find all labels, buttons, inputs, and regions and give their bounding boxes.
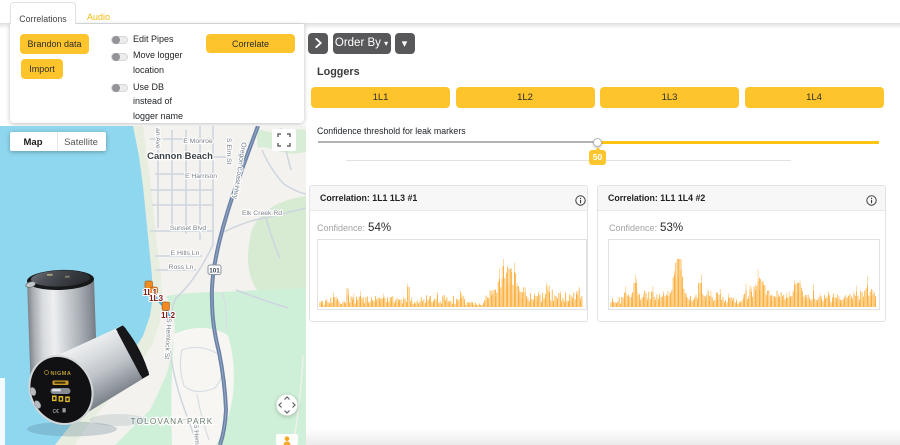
svg-text:E Hills Ln: E Hills Ln <box>171 250 200 257</box>
svg-text:E Monroe: E Monroe <box>183 138 213 145</box>
svg-text:Cannon Beach: Cannon Beach <box>147 150 213 161</box>
svg-text:C€: C€ <box>53 409 60 415</box>
svg-text:101: 101 <box>209 268 220 275</box>
svg-text:Elk Creek Rd: Elk Creek Rd <box>242 210 282 217</box>
svg-text:Sunset Blvd: Sunset Blvd <box>170 225 206 232</box>
svg-text:E Harrison: E Harrison <box>185 173 217 180</box>
svg-text:Ross Ln: Ross Ln <box>169 264 194 271</box>
svg-text:Map: Map <box>24 137 43 148</box>
svg-text:S Hemlock St: S Hemlock St <box>163 318 172 360</box>
svg-text:an Ave: an Ave <box>154 128 161 149</box>
svg-text:Satellite: Satellite <box>64 137 98 148</box>
svg-text:NIGMA: NIGMA <box>51 371 72 377</box>
svg-text:1L3: 1L3 <box>149 294 164 303</box>
svg-text:S Elm St: S Elm St <box>225 138 232 165</box>
svg-text:Oregon Coast Hwy: Oregon Coast Hwy <box>231 142 247 200</box>
svg-text:S Hem: S Hem <box>192 424 200 445</box>
